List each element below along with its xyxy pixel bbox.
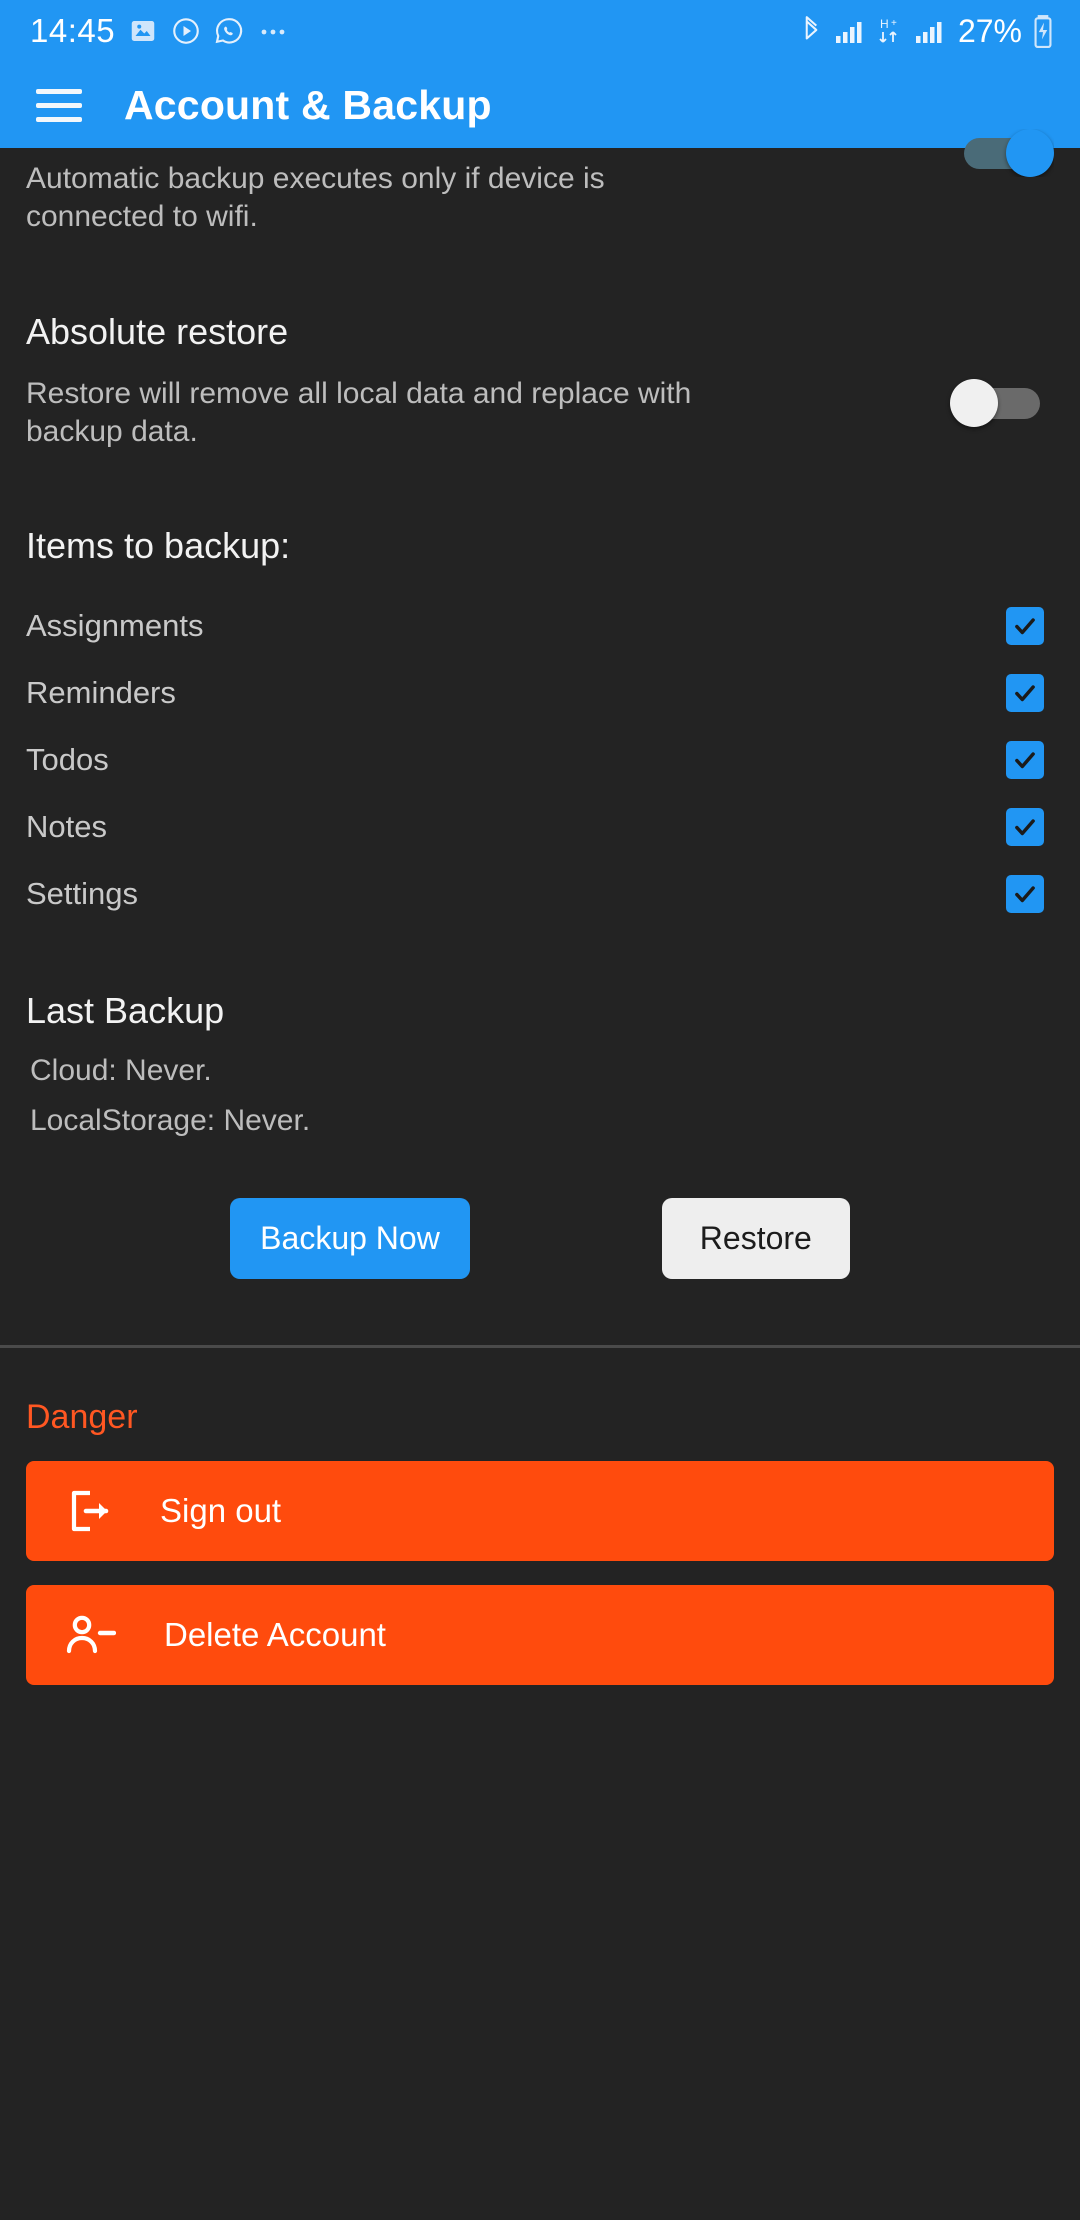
items-to-backup-heading: Items to backup:: [26, 524, 291, 566]
backup-item-label: Settings: [26, 876, 139, 912]
wifi-only-toggle[interactable]: [960, 129, 1054, 177]
backup-item-row[interactable]: Reminders: [26, 660, 1054, 727]
hplus-data-icon: H +: [874, 15, 904, 47]
backup-item-label: Assignments: [26, 608, 204, 644]
backup-item-row[interactable]: Assignments: [26, 593, 1054, 660]
battery-percent: 27%: [957, 12, 1022, 49]
signal-bars-icon: [914, 16, 944, 46]
backup-actions: Backup Now Restore: [26, 1197, 1054, 1279]
status-bar: 14:45 H + 27%: [0, 0, 1080, 62]
wifi-only-row: Automatic backup executes only if device…: [26, 148, 1054, 236]
checkbox-reminders[interactable]: [1006, 674, 1044, 713]
danger-section-label: Danger: [26, 1397, 138, 1436]
checkbox-notes[interactable]: [1006, 808, 1044, 847]
absolute-restore-row: Restore will remove all local data and r…: [26, 375, 1054, 451]
wifi-only-description: Automatic backup executes only if device…: [26, 162, 605, 234]
signal-bars-icon: [834, 16, 864, 46]
absolute-restore-description: Restore will remove all local data and r…: [26, 377, 692, 449]
more-dots-icon: [257, 16, 291, 46]
app-bar: Account & Backup: [0, 62, 1080, 148]
checkbox-assignments[interactable]: [1006, 607, 1044, 646]
toggle-thumb: [1006, 129, 1054, 177]
delete-account-button[interactable]: Delete Account: [26, 1584, 1054, 1685]
sign-out-button[interactable]: Sign out: [26, 1460, 1054, 1561]
backup-item-label: Reminders: [26, 675, 176, 711]
backup-item-row[interactable]: Notes: [26, 794, 1054, 861]
checkbox-todos[interactable]: [1006, 741, 1044, 780]
toggle-thumb: [950, 379, 998, 428]
absolute-restore-toggle[interactable]: [950, 379, 1044, 428]
last-backup-local: LocalStorage: Never.: [30, 1103, 311, 1137]
sign-out-icon: [64, 1487, 112, 1535]
svg-text:+: +: [891, 18, 897, 29]
last-backup-heading: Last Backup: [26, 989, 225, 1031]
page-title: Account & Backup: [124, 81, 492, 128]
backup-item-row[interactable]: Todos: [26, 727, 1054, 794]
image-icon: [128, 16, 158, 46]
bluetooth-icon: [798, 15, 824, 47]
battery-charging-icon: [1032, 14, 1054, 48]
settings-scroll-area[interactable]: Automatic backup executes only if device…: [0, 129, 1080, 2220]
wifi-only-toggle-wrapper: [960, 129, 1054, 177]
status-bar-right: H + 27%: [798, 13, 1054, 50]
hamburger-menu-icon[interactable]: [36, 88, 82, 122]
play-circle-icon: [171, 16, 201, 46]
checkbox-settings[interactable]: [1006, 875, 1044, 914]
backup-item-label: Todos: [26, 742, 109, 778]
whatsapp-icon: [214, 16, 244, 46]
backup-item-row[interactable]: Settings: [26, 861, 1054, 928]
svg-text:H: H: [880, 17, 889, 31]
last-backup-cloud: Cloud: Never.: [30, 1053, 212, 1087]
person-remove-icon: [64, 1611, 116, 1659]
delete-account-label: Delete Account: [164, 1615, 386, 1653]
backup-now-button[interactable]: Backup Now: [230, 1197, 470, 1279]
absolute-restore-title: Absolute restore: [26, 311, 289, 353]
restore-button[interactable]: Restore: [661, 1197, 850, 1279]
backup-item-label: Notes: [26, 809, 107, 845]
sign-out-label: Sign out: [160, 1491, 282, 1529]
status-clock: 14:45: [30, 12, 116, 49]
status-bar-left: 14:45: [30, 12, 291, 50]
